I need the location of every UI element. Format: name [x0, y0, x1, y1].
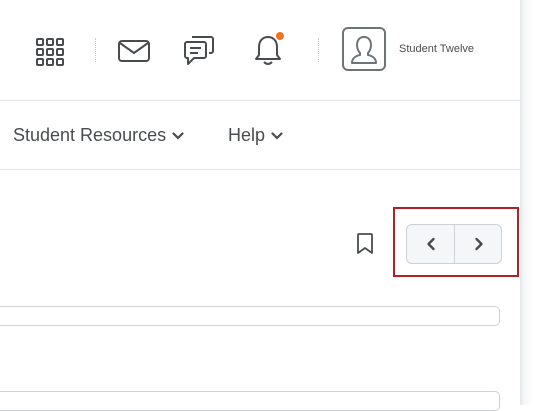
header-separator — [95, 38, 96, 62]
nav-bar: Student Resources Help — [0, 101, 520, 170]
next-topic-button[interactable] — [455, 225, 501, 263]
top-header: Student Twelve — [0, 0, 520, 101]
nav-item-label: Help — [228, 125, 266, 145]
nav-item-label: Student Resources — [13, 125, 167, 145]
header-separator — [318, 38, 319, 62]
bookmark-icon[interactable] — [356, 232, 374, 256]
chevron-down-icon — [271, 131, 283, 140]
chevron-down-icon — [172, 131, 184, 140]
content-field — [0, 306, 500, 326]
chat-icon[interactable] — [183, 33, 215, 67]
page-edge-shadow — [520, 0, 533, 405]
app-launcher-icon[interactable] — [35, 37, 65, 67]
user-avatar-icon — [351, 36, 377, 64]
nav-item-help[interactable]: Help — [228, 125, 283, 146]
notification-badge — [276, 32, 284, 40]
previous-topic-button[interactable] — [407, 225, 455, 263]
page: Student Twelve Student Resources Help — [0, 0, 520, 411]
chevron-right-icon — [474, 237, 483, 251]
chevron-left-icon — [426, 237, 435, 251]
content-field — [0, 391, 500, 411]
user-avatar[interactable] — [342, 27, 386, 71]
nav-item-student-resources[interactable]: Student Resources — [13, 125, 184, 146]
topic-pager — [406, 224, 502, 264]
email-icon[interactable] — [117, 39, 151, 63]
user-name[interactable]: Student Twelve — [399, 43, 474, 55]
